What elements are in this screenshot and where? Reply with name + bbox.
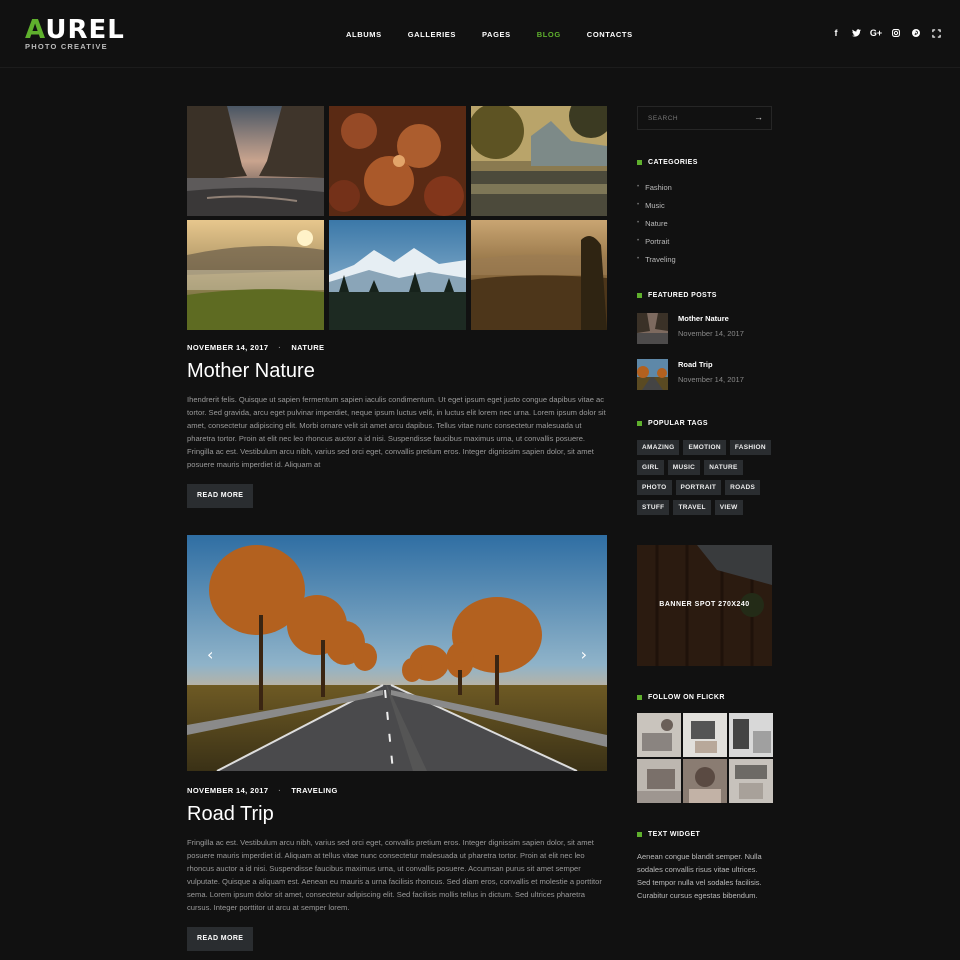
post-category[interactable]: TRAVELING [291,786,337,795]
featured-date: November 14, 2017 [678,375,744,384]
tag[interactable]: GIRL [637,460,664,475]
post-category[interactable]: NATURE [291,343,324,352]
featured-thumbnail [637,313,668,344]
category-item[interactable]: • Music [637,196,772,214]
post-excerpt: Ihendrerit felis. Quisque ut sapien ferm… [187,395,606,469]
tag[interactable]: TRAVEL [673,500,711,515]
widget-title: FEATURED POSTS [648,292,717,299]
flickr-photo[interactable] [683,759,727,803]
logo-accent: A [25,15,46,45]
post-meta: NOVEMBER 14, 2017 · TRAVELING [187,786,607,795]
post-image-slider: ‹ › [187,535,607,771]
title-marker [637,293,642,298]
nav-contacts[interactable]: CONTACTS [587,30,633,39]
road-trip-image [187,535,607,771]
category-item[interactable]: • Fashion [637,178,772,196]
featured-title: Mother Nature [678,314,729,323]
gallery-image-autumn-lake[interactable] [471,106,607,216]
pinterest-icon[interactable] [906,29,926,37]
read-more-button[interactable]: READ MORE [187,484,254,508]
tag[interactable]: PORTRAIT [675,480,722,495]
category-item[interactable]: • Traveling [637,250,772,268]
blog-post: NOVEMBER 14, 2017 · NATURE Mother Nature I… [187,106,607,508]
banner-ad[interactable]: BANNER SPOT 270X240 [637,545,772,666]
logo-text: UREL [45,15,125,45]
fullscreen-icon[interactable] [926,28,946,38]
tag[interactable]: ROADS [725,480,761,495]
banner-text: BANNER SPOT 270X240 [659,601,750,608]
post-meta: NOVEMBER 14, 2017 · NATURE [187,343,607,352]
gallery-image-sea-cliffs[interactable] [187,106,324,216]
text-widget-body: Aenean congue blandit semper. Nulla soda… [637,852,762,900]
title-marker [637,160,642,165]
tag[interactable]: EMOTION [683,440,726,455]
gallery-image-misty-valley[interactable] [187,220,324,330]
gallery-image-autumn-leaves[interactable] [329,106,466,216]
search-box: → [637,106,772,130]
slider-prev-icon[interactable]: ‹ [207,645,213,664]
featured-thumbnail [637,359,668,390]
sidebar: → CATEGORIES •Fashion •Music •Nature •Po… [637,106,773,902]
post-date[interactable]: NOVEMBER 14, 2017 [187,343,268,352]
title-marker [637,832,642,837]
tag[interactable]: FASHION [729,440,771,455]
flickr-photo[interactable] [637,759,681,803]
text-widget: TEXT WIDGET Aenean congue blandit semper… [637,831,772,902]
facebook-icon[interactable]: f [826,28,846,38]
featured-post[interactable]: Road Trip November 14, 2017 [637,359,772,390]
main-nav: ALBUMS GALLERIES PAGES BLOG CONTACTS [346,30,659,39]
meta-separator: · [278,786,282,795]
nav-blog[interactable]: BLOG [537,30,561,39]
slider-next-icon[interactable]: › [581,645,587,664]
flickr-photo[interactable] [637,713,681,757]
category-item[interactable]: • Nature [637,214,772,232]
site-logo[interactable]: AUREL PHOTO CREATIVE [25,15,125,51]
widget-title: POPULAR TAGS [648,420,708,427]
nav-pages[interactable]: PAGES [482,30,511,39]
widget-title: CATEGORIES [648,159,698,166]
categories-widget: CATEGORIES • Fashion • Music • Nature • Port… [637,159,772,268]
flickr-widget: FOLLOW ON FLICKR [637,694,773,803]
tag[interactable]: STUFF [637,500,670,515]
widget-title: FOLLOW ON FLICKR [648,694,725,701]
post-title[interactable]: Road Trip [187,803,607,826]
flickr-photo[interactable] [729,713,773,757]
blog-post: ‹ › NOVEMBER 14, 2017 · TRAVELING Road Tri… [187,535,607,951]
gallery-image-snowy-mountains[interactable] [329,220,466,330]
tag[interactable]: NATURE [704,460,743,475]
read-more-button[interactable]: READ MORE [187,927,254,951]
google-plus-icon[interactable]: G+ [866,28,886,38]
tag[interactable]: VIEW [714,500,743,515]
tag[interactable]: AMAZING [637,440,680,455]
tag[interactable]: PHOTO [637,480,672,495]
featured-posts-widget: FEATURED POSTS Mother Nature November 14,… [637,292,772,390]
featured-date: November 14, 2017 [678,329,744,338]
widget-title: TEXT WIDGET [648,831,701,838]
featured-title: Road Trip [678,360,713,369]
instagram-icon[interactable] [886,29,906,37]
search-submit-icon[interactable]: → [754,112,763,122]
post-gallery [187,106,607,330]
featured-post[interactable]: Mother Nature November 14, 2017 [637,313,772,344]
twitter-icon[interactable] [846,29,866,37]
flickr-photo[interactable] [683,713,727,757]
category-item[interactable]: • Portrait [637,232,772,250]
nav-galleries[interactable]: GALLERIES [408,30,456,39]
title-marker [637,421,642,426]
nav-albums[interactable]: ALBUMS [346,30,382,39]
post-date[interactable]: NOVEMBER 14, 2017 [187,786,268,795]
title-marker [637,695,642,700]
meta-separator: · [278,343,282,352]
search-input[interactable] [638,107,748,130]
flickr-photo[interactable] [729,759,773,803]
site-header: AUREL PHOTO CREATIVE ALBUMS GALLERIES PA… [0,0,960,68]
social-links: f G+ [826,28,946,38]
post-excerpt: Fringilla ac est. Vestibulum arcu nibh, … [187,838,602,912]
gallery-image-sunset-hills[interactable] [471,220,607,330]
post-title[interactable]: Mother Nature [187,360,607,383]
tag[interactable]: MUSIC [667,460,701,475]
blog-posts: NOVEMBER 14, 2017 · NATURE Mother Nature I… [187,106,607,951]
tags-widget: POPULAR TAGS AMAZING EMOTION FASHION GIR… [637,420,772,520]
